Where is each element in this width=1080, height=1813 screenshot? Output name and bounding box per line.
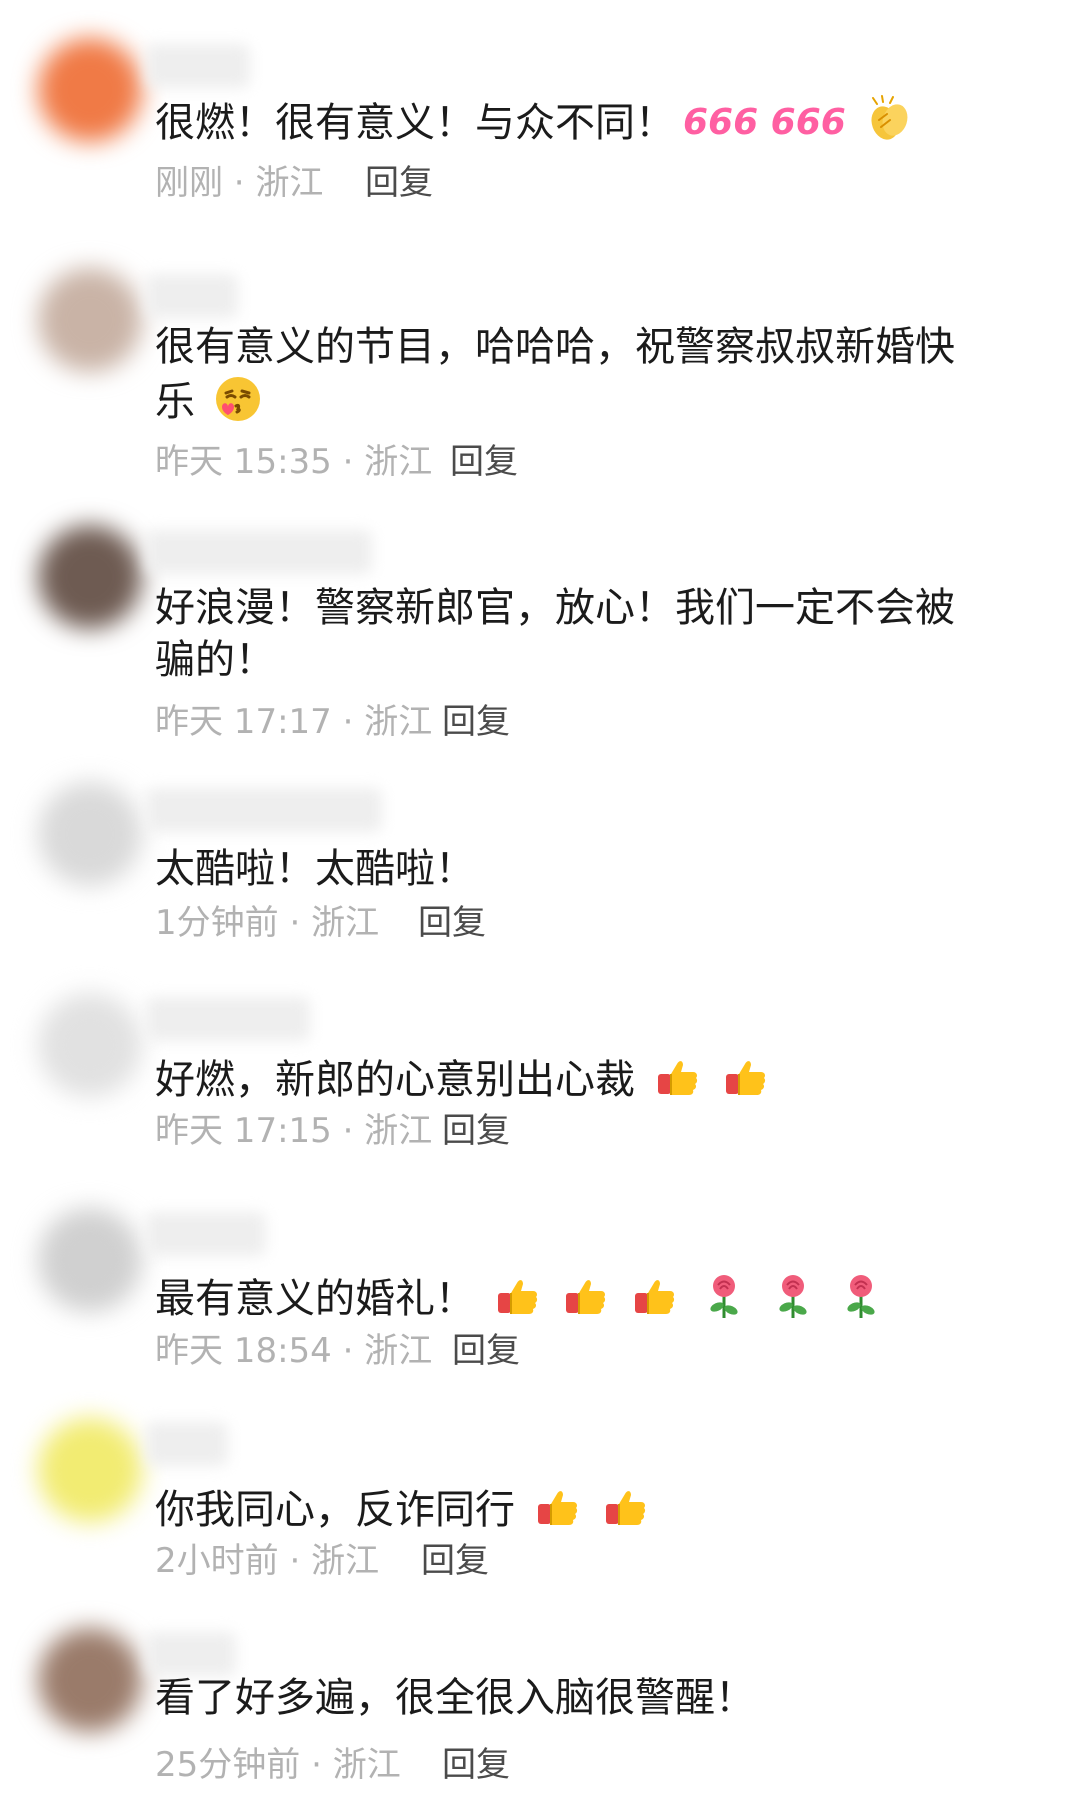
comment-location: 浙江 — [311, 1541, 380, 1581]
thumbs-up-icon — [635, 1280, 675, 1314]
comment-text: 看了好多遍，很全很入脑很警醒！ — [155, 1672, 985, 1724]
username-blurred[interactable] — [146, 1422, 228, 1466]
clapping-hands-icon — [871, 95, 907, 140]
reply-button[interactable]: 回复 — [452, 1331, 520, 1371]
comment-text: 很燃！很有意义！与众不同！ 666 666 — [155, 94, 985, 149]
username-blurred[interactable] — [146, 44, 250, 88]
comment-text-content: 很燃！很有意义！与众不同！ — [155, 100, 675, 146]
avatar[interactable] — [38, 1208, 142, 1312]
comment-text: 好燃，新郎的心意别出心裁 — [155, 1051, 985, 1106]
avatar[interactable] — [38, 993, 142, 1097]
comment-text-content: 很有意义的节目，哈哈哈，祝警察叔叔新婚快乐 — [155, 324, 955, 425]
comment-list: 很燃！很有意义！与众不同！ 666 666 刚刚 · 浙江 回复 很有意义的节目，… — [0, 0, 1080, 1813]
username-blurred[interactable] — [146, 530, 372, 574]
comment-location: 浙江 — [364, 442, 433, 482]
reply-button[interactable]: 回复 — [418, 903, 486, 943]
thumbs-up-icon — [606, 1491, 646, 1525]
avatar[interactable] — [38, 38, 142, 142]
reply-button[interactable]: 回复 — [365, 163, 433, 203]
comment-meta: 昨天 18:54 · 浙江 — [155, 1331, 433, 1371]
username-blurred[interactable] — [146, 788, 382, 832]
comment-text-content: 太酷啦！太酷啦！ — [155, 846, 475, 892]
reply-button[interactable]: 回复 — [450, 442, 518, 482]
comment-location: 浙江 — [332, 1745, 401, 1785]
comment-text: 太酷啦！太酷啦！ — [155, 843, 985, 895]
comment-time: 昨天 17:17 — [155, 702, 332, 742]
comment-time: 昨天 15:35 — [155, 442, 332, 482]
comment-meta: 1分钟前 · 浙江 — [155, 903, 380, 943]
thumbs-up-icon — [537, 1491, 577, 1525]
reply-button[interactable]: 回复 — [442, 1111, 510, 1151]
avatar[interactable] — [38, 782, 142, 886]
reply-button[interactable]: 回复 — [421, 1541, 489, 1581]
comment-time: 刚刚 — [155, 163, 223, 203]
comment-emoji-text: 666 666 — [683, 102, 846, 143]
rose-icon — [779, 1275, 807, 1318]
comment-time: 1分钟前 — [155, 903, 279, 943]
comment-text-content: 好浪漫！警察新郎官，放心！我们一定不会被骗的！ — [155, 585, 955, 683]
emoji-group — [195, 377, 264, 425]
avatar[interactable] — [38, 525, 142, 629]
comment-text-content: 你我同心，反诈同行 — [155, 1487, 515, 1533]
rose-icon — [847, 1275, 875, 1318]
thumbs-up-icon — [726, 1061, 766, 1095]
thumbs-up-icon — [497, 1280, 537, 1314]
comment-text-content: 好燃，新郎的心意别出心裁 — [155, 1057, 635, 1103]
comment-location: 浙江 — [364, 1331, 433, 1371]
comment-text: 你我同心，反诈同行 — [155, 1481, 985, 1536]
reply-button[interactable]: 回复 — [442, 702, 510, 742]
emoji-group — [515, 1487, 652, 1533]
emoji-group — [846, 95, 915, 146]
comment-text-content: 最有意义的婚礼！ — [155, 1276, 475, 1322]
emoji-group — [475, 1275, 887, 1322]
rose-icon — [710, 1275, 738, 1318]
comment-time: 昨天 18:54 — [155, 1331, 332, 1371]
reply-button[interactable]: 回复 — [442, 1745, 510, 1785]
comment-location: 浙江 — [364, 1111, 433, 1151]
comment-meta: 2小时前 · 浙江 — [155, 1541, 380, 1581]
comment-meta: 昨天 17:17 · 浙江 — [155, 702, 433, 742]
comment-meta: 25分钟前 · 浙江 — [155, 1745, 401, 1785]
comment-location: 浙江 — [311, 903, 380, 943]
avatar[interactable] — [38, 1418, 142, 1522]
comment-time: 2小时前 — [155, 1541, 279, 1581]
username-blurred[interactable] — [146, 997, 310, 1041]
username-blurred[interactable] — [146, 1212, 266, 1256]
thumbs-up-icon — [657, 1061, 697, 1095]
comment-meta: 昨天 15:35 · 浙江 — [155, 442, 433, 482]
comment-meta: 刚刚 · 浙江 — [155, 163, 324, 203]
comment-text: 很有意义的节目，哈哈哈，祝警察叔叔新婚快乐 — [155, 321, 985, 428]
comment-location: 浙江 — [364, 702, 433, 742]
username-blurred[interactable] — [146, 1632, 236, 1676]
comment-time: 昨天 17:15 — [155, 1111, 332, 1151]
comment-location: 浙江 — [255, 163, 324, 203]
username-blurred[interactable] — [146, 274, 238, 318]
comment-text: 最有意义的婚礼！ — [155, 1270, 985, 1325]
comment-text-content: 看了好多遍，很全很入脑很警醒！ — [155, 1675, 755, 1721]
emoji-group — [635, 1057, 772, 1103]
avatar[interactable] — [38, 268, 142, 372]
comment-text: 好浪漫！警察新郎官，放心！我们一定不会被骗的！ — [155, 582, 985, 686]
comment-meta: 昨天 17:15 · 浙江 — [155, 1111, 433, 1151]
thumbs-up-icon — [566, 1280, 606, 1314]
blowing-kiss-icon — [215, 377, 260, 421]
avatar[interactable] — [38, 1628, 142, 1732]
comment-time: 25分钟前 — [155, 1745, 301, 1785]
